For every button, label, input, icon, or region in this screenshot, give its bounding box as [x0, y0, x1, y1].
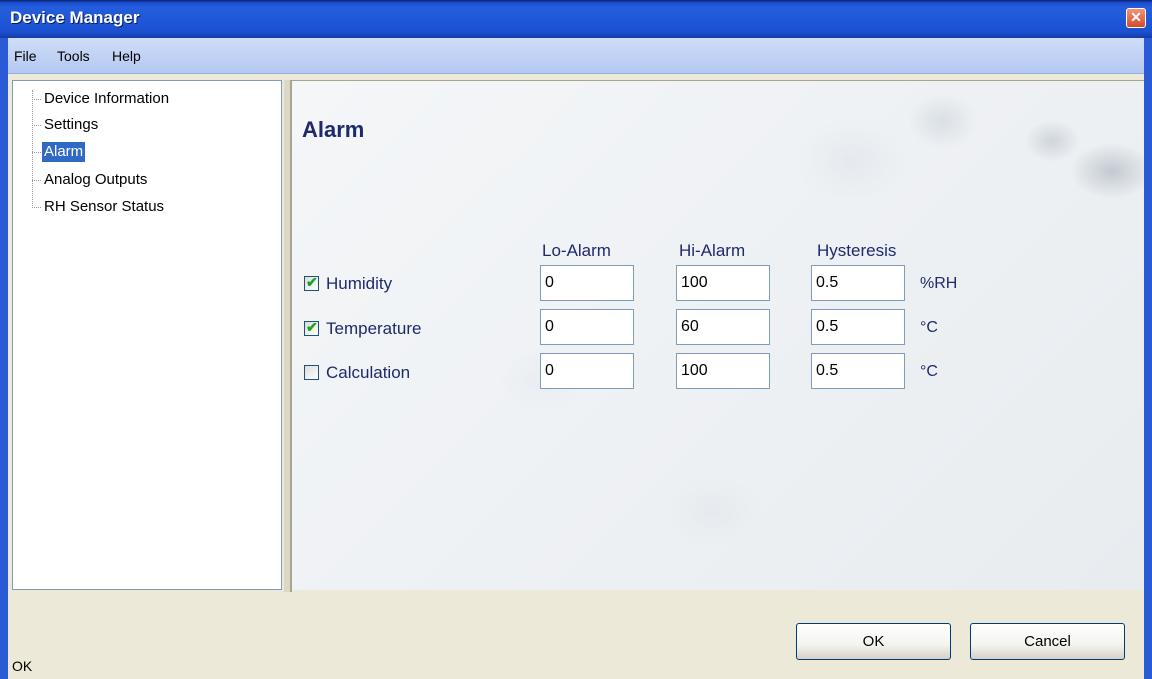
ok-button[interactable]: OK: [796, 623, 951, 660]
humidity-hi-alarm-field[interactable]: [676, 265, 770, 301]
calculation-unit: °C: [920, 363, 938, 380]
status-text: OK: [12, 658, 33, 674]
calculation-label: Calculation: [326, 363, 411, 382]
temperature-hysteresis-field[interactable]: [811, 309, 905, 345]
title-bar: Device Manager ✕: [0, 0, 1152, 38]
button-bar: OK Cancel: [8, 592, 1144, 679]
humidity-checkbox[interactable]: ✔: [304, 274, 319, 291]
tree-item-settings[interactable]: Settings: [42, 115, 100, 135]
temperature-checkbox[interactable]: ✔: [304, 319, 319, 336]
tree-item-rh-sensor-status[interactable]: RH Sensor Status: [42, 197, 166, 217]
temperature-hi-alarm-field[interactable]: [676, 309, 770, 345]
calculation-hi-alarm-field[interactable]: [676, 353, 770, 389]
menu-file[interactable]: File: [14, 48, 37, 64]
humidity-label: Humidity: [326, 274, 393, 293]
close-icon[interactable]: ✕: [1126, 8, 1146, 28]
tree-item-alarm[interactable]: Alarm: [42, 142, 86, 162]
humidity-hysteresis-field[interactable]: [811, 265, 905, 301]
cancel-button[interactable]: Cancel: [970, 623, 1125, 660]
panel-splitter[interactable]: [284, 80, 292, 592]
humidity-unit: %RH: [920, 275, 958, 292]
content-panel: Alarm Lo-Alarm Hi-Alarm Hysteresis ✔ Hum…: [292, 80, 1144, 590]
hysteresis-header: Hysteresis: [817, 241, 897, 260]
calculation-checkbox[interactable]: [304, 365, 319, 380]
calculation-hysteresis-field[interactable]: [811, 353, 905, 389]
check-icon: ✔: [306, 274, 318, 290]
check-icon: ✔: [306, 319, 318, 335]
lo-alarm-header: Lo-Alarm: [542, 241, 611, 260]
menu-tools[interactable]: Tools: [57, 48, 90, 64]
window-frame-left: [0, 38, 8, 679]
tree-item-analog-outputs[interactable]: Analog Outputs: [42, 170, 149, 190]
window-title: Device Manager: [10, 8, 140, 27]
menu-help[interactable]: Help: [112, 48, 141, 64]
calculation-lo-alarm-field[interactable]: [540, 353, 634, 389]
tree-item-device-information[interactable]: Device Information: [42, 89, 171, 109]
temperature-lo-alarm-field[interactable]: [540, 309, 634, 345]
temperature-unit: °C: [920, 319, 938, 336]
hi-alarm-header: Hi-Alarm: [679, 241, 746, 260]
temperature-label: Temperature: [326, 319, 422, 338]
humidity-lo-alarm-field[interactable]: [540, 265, 634, 301]
page-title: Alarm: [302, 117, 365, 142]
window-frame-right: [1144, 38, 1152, 679]
menu-bar: File Tools Help: [8, 38, 1144, 74]
